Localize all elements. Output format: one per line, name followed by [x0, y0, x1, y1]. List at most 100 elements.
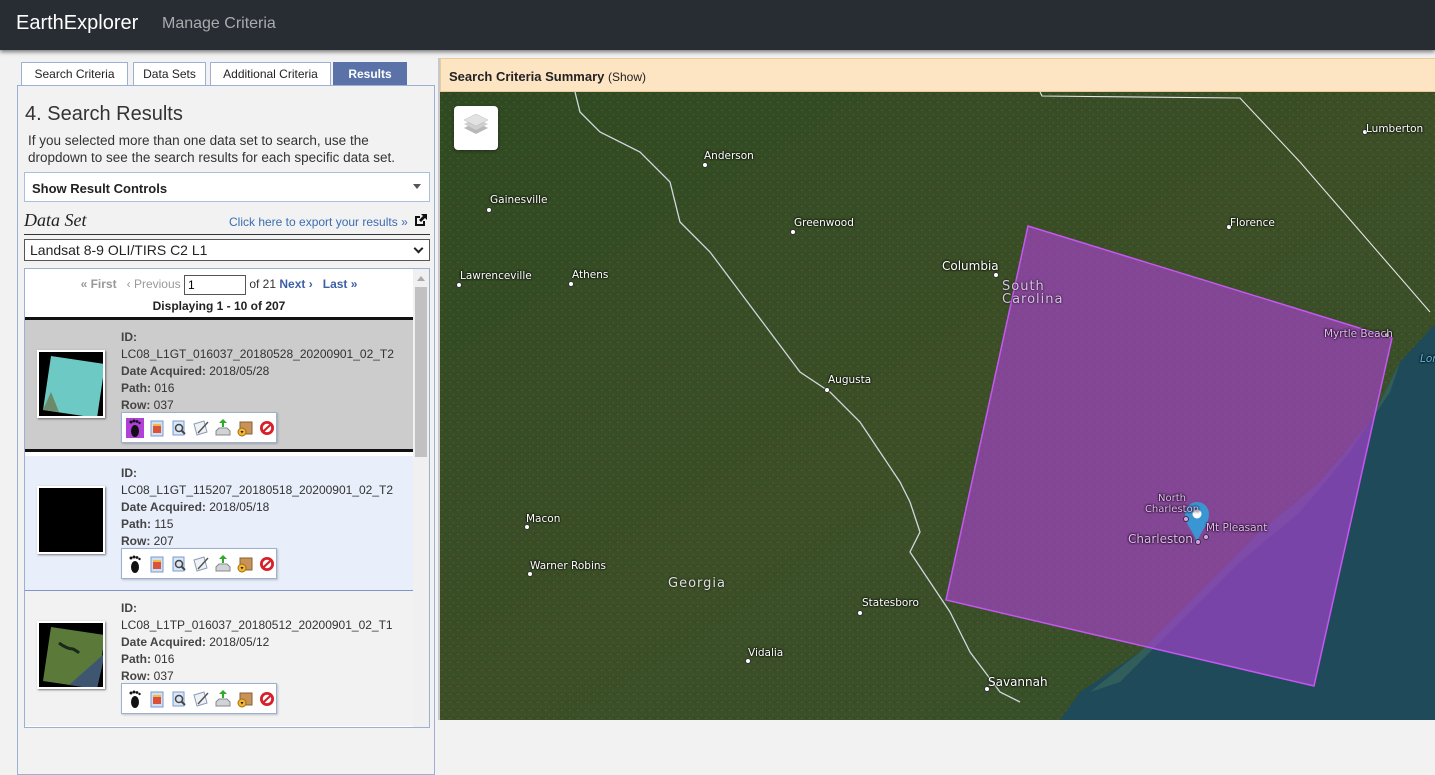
compare-browse-icon[interactable] [170, 689, 188, 709]
show-result-controls-toggle[interactable]: Show Result Controls [24, 172, 430, 202]
map-canvas[interactable]: Anderson Gainesville Greenwood Lawrencev… [440, 92, 1435, 720]
city-marker [456, 282, 462, 288]
tab-additional-criteria[interactable]: Additional Criteria [210, 62, 331, 85]
download-icon[interactable] [214, 554, 232, 574]
browse-thumbnail[interactable] [37, 486, 105, 554]
summary-show-toggle[interactable]: (Show) [608, 70, 646, 84]
search-criteria-summary[interactable]: Search Criteria Summary (Show) [440, 58, 1435, 92]
tab-results[interactable]: Results [333, 62, 407, 85]
layers-icon [463, 113, 489, 134]
exclude-icon[interactable] [258, 554, 276, 574]
results-scrollbar[interactable] [413, 269, 429, 727]
result-metadata: ID: LC08_L1GT_115207_20180518_20200901_0… [121, 465, 393, 550]
result-metadata: ID: LC08_L1GT_016037_20180528_20200901_0… [121, 329, 394, 414]
exclude-icon[interactable] [258, 689, 276, 709]
map-imagery [440, 92, 1435, 720]
city-label: Mt Pleasant [1206, 522, 1268, 534]
order-bulk-icon[interactable] [236, 689, 254, 709]
city-label: North Charleston [1144, 493, 1200, 515]
metadata-icon[interactable] [192, 418, 210, 438]
id-label: ID: [121, 466, 137, 480]
export-results-link[interactable]: Click here to export your results » [229, 215, 408, 229]
result-item[interactable]: ID: LC08_L1GT_016037_20180528_20200901_0… [25, 317, 413, 452]
overlay-icon[interactable] [148, 689, 166, 709]
download-icon[interactable] [214, 418, 232, 438]
date-label: Date Acquired: [121, 500, 206, 514]
date-label: Date Acquired: [121, 635, 206, 649]
id-label: ID: [121, 330, 137, 344]
page-number-input[interactable]: 1 [183, 275, 246, 295]
dataset-select-value: Landsat 8-9 OLI/TIRS C2 L1 [30, 242, 208, 258]
previous-page-link[interactable]: ‹ Previous [127, 277, 181, 291]
overlay-icon[interactable] [148, 418, 166, 438]
results-panel: 4. Search Results If you selected more t… [17, 85, 435, 775]
data-set-label: Data Set [24, 210, 87, 230]
row-label: Row: [121, 398, 151, 412]
next-page-link[interactable]: Next › [279, 277, 312, 291]
path-value: 115 [154, 517, 174, 531]
city-label: Athens [572, 269, 609, 281]
city-label: Statesboro [862, 597, 919, 609]
water-label: Long [1420, 353, 1435, 365]
order-bulk-icon[interactable] [236, 554, 254, 574]
date-label: Date Acquired: [121, 364, 206, 378]
map-panel: Search Criteria Summary (Show) Anderson … [438, 58, 1435, 720]
layers-button[interactable] [454, 106, 498, 150]
entity-id: LC08_L1GT_115207_20180518_20200901_02_T2 [121, 483, 394, 497]
scroll-up-arrow-icon[interactable] [417, 276, 425, 281]
path-label: Path: [121, 517, 151, 531]
result-item[interactable]: ID: LC08_L1TP_016037_20180512_20200901_0… [25, 591, 413, 726]
city-label: Savannah [988, 675, 1048, 689]
path-value: 016 [154, 652, 175, 666]
chevron-down-icon [413, 243, 424, 254]
result-item[interactable]: ID: LC08_L1GT_115207_20180518_20200901_0… [25, 456, 413, 591]
dataset-select[interactable]: Landsat 8-9 OLI/TIRS C2 L1 [24, 239, 430, 261]
city-marker [1203, 534, 1209, 540]
id-label: ID: [121, 601, 137, 615]
metadata-icon[interactable] [192, 554, 210, 574]
metadata-icon[interactable] [192, 689, 210, 709]
date-acquired: 2018/05/18 [209, 500, 270, 514]
app-title[interactable]: EarthExplorer [16, 12, 138, 35]
compare-browse-icon[interactable] [170, 554, 188, 574]
city-label: Lawrenceville [460, 270, 532, 282]
tab-search-criteria[interactable]: Search Criteria [21, 62, 128, 85]
results-description: If you selected more than one data set t… [28, 133, 395, 165]
overlay-icon[interactable] [148, 554, 166, 574]
divider [24, 234, 430, 235]
download-icon[interactable] [214, 689, 232, 709]
browse-thumbnail[interactable] [37, 350, 105, 418]
city-marker [857, 610, 863, 616]
row-value: 037 [153, 398, 174, 412]
scrollbar-thumb[interactable] [415, 287, 427, 457]
city-label: Warner Robins [530, 560, 607, 572]
compare-browse-icon[interactable] [170, 418, 188, 438]
state-label: South Carolina [1002, 279, 1064, 307]
city-label: Gainesville [490, 194, 548, 206]
external-link-icon[interactable] [413, 213, 428, 227]
exclude-icon[interactable] [258, 418, 276, 438]
city-label: Myrtle Beach [1324, 328, 1393, 340]
browse-thumbnail[interactable] [37, 621, 105, 689]
city-marker [568, 281, 574, 287]
tab-data-sets[interactable]: Data Sets [133, 62, 206, 85]
footprint-icon[interactable] [126, 554, 144, 574]
row-label: Row: [121, 534, 151, 548]
action-toolbar [121, 548, 277, 579]
result-controls-label: Show Result Controls [32, 181, 168, 196]
displaying-count: Displaying 1 - 10 of 207 [152, 299, 286, 313]
path-value: 016 [154, 381, 175, 395]
city-label: Lumberton [1366, 123, 1424, 135]
last-page-link[interactable]: Last » [323, 277, 358, 291]
first-page-link[interactable]: « First [81, 277, 117, 291]
results-heading: 4. Search Results [25, 103, 183, 125]
manage-criteria-link[interactable]: Manage Criteria [162, 15, 276, 33]
order-bulk-icon[interactable] [236, 418, 254, 438]
row-value: 037 [153, 669, 174, 683]
state-label: Georgia [668, 576, 726, 591]
city-label: Florence [1230, 217, 1275, 229]
city-marker [790, 229, 796, 235]
footprint-icon[interactable] [126, 418, 144, 438]
summary-title: Search Criteria Summary [449, 69, 605, 84]
footprint-icon[interactable] [126, 689, 144, 709]
